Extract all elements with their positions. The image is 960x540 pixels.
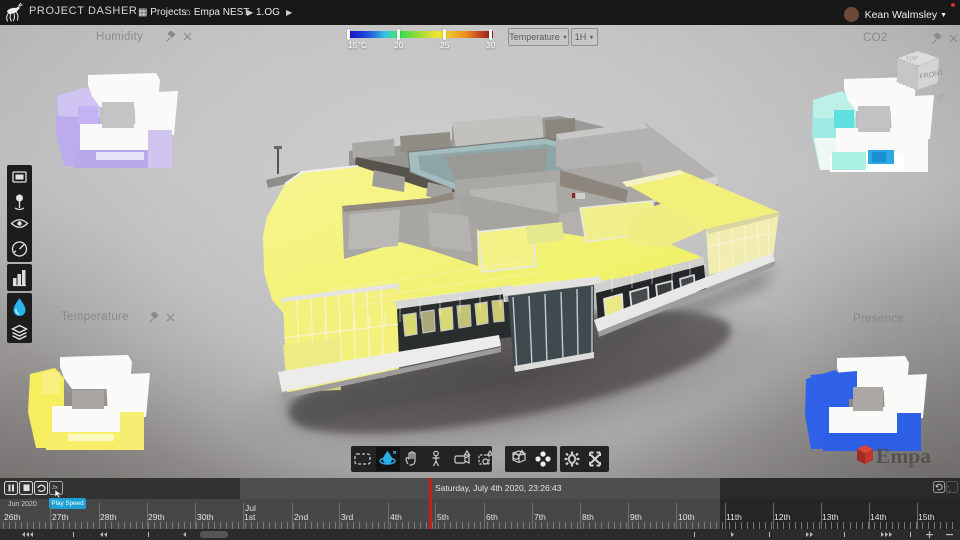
svg-text:Materials Science and Technolo: Materials Science and Technology	[884, 464, 960, 470]
svg-text:TOP: TOP	[906, 56, 919, 63]
svg-text:S: S	[935, 92, 947, 105]
